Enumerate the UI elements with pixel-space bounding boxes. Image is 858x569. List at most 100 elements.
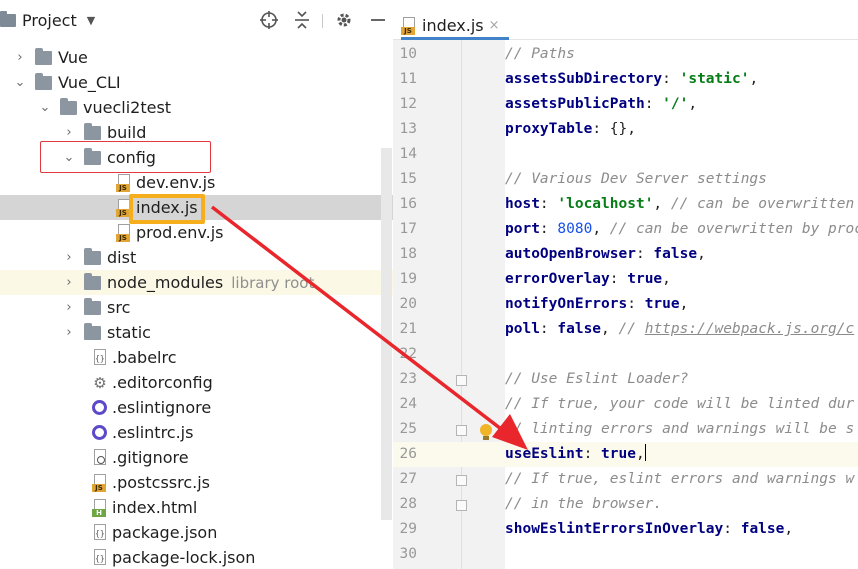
- code-text: // linting errors and warnings will be s: [505, 417, 854, 442]
- code-token: // can be overwritten by proc: [609, 221, 858, 237]
- tree-item-label: src: [107, 298, 131, 317]
- crosshair-icon[interactable]: [259, 10, 279, 30]
- json-file-icon: {}: [92, 348, 108, 367]
- tree-item-eslintignore[interactable]: .eslintignore: [0, 395, 393, 420]
- code-token: ,: [635, 446, 645, 462]
- code-line[interactable]: 13 proxyTable: {},: [393, 117, 858, 142]
- code-line[interactable]: 15 // Various Dev Server settings: [393, 167, 858, 192]
- code-token: poll: [505, 321, 540, 337]
- collapse-all-icon[interactable]: [292, 10, 312, 30]
- fold-marker-icon[interactable]: [456, 500, 467, 511]
- fold-marker-icon[interactable]: [456, 375, 467, 386]
- tree-scrollbar[interactable]: [381, 148, 392, 520]
- chevron-right-icon[interactable]: ›: [62, 325, 76, 340]
- tree-item-dist[interactable]: › dist: [0, 245, 393, 270]
- line-number: 27: [399, 471, 417, 487]
- code-text: // If true, your code will be linted dur: [505, 392, 854, 417]
- code-text: // Various Dev Server settings: [505, 167, 767, 192]
- tree-item-src[interactable]: › src: [0, 295, 393, 320]
- project-view-selector[interactable]: Project ▼: [0, 9, 95, 31]
- code-token: false: [740, 521, 785, 537]
- chevron-right-icon[interactable]: ›: [62, 300, 76, 315]
- tree-item-vue-cli[interactable]: ⌄ Vue_CLI: [0, 70, 393, 95]
- intention-bulb-icon[interactable]: [479, 424, 493, 441]
- tree-item-label: package-lock.json: [112, 548, 256, 567]
- tree-item-babelrc[interactable]: {} .babelrc: [0, 345, 393, 370]
- code-token: :: [662, 71, 680, 87]
- tree-item-index-html[interactable]: H index.html: [0, 495, 393, 520]
- code-token: ,: [592, 221, 610, 237]
- tree-item-static[interactable]: › static: [0, 320, 393, 345]
- code-text: // in the browser.: [505, 492, 662, 517]
- tree-item-eslintrc-js[interactable]: .eslintrc.js: [0, 420, 393, 445]
- tree-item-package-json[interactable]: {} package.json: [0, 520, 393, 545]
- chevron-right-icon[interactable]: ›: [62, 275, 76, 290]
- code-token: 'localhost': [557, 196, 654, 212]
- tree-item-gitignore[interactable]: .gitignore: [0, 445, 393, 470]
- tree-item-node-modules[interactable]: › node_modules library root: [0, 270, 393, 295]
- code-line[interactable]: 19 errorOverlay: true,: [393, 267, 858, 292]
- tree-item-label: Vue_CLI: [58, 73, 121, 92]
- close-icon[interactable]: ×: [489, 18, 500, 33]
- code-line[interactable]: 29 showEslintErrorsInOverlay: false,: [393, 517, 858, 542]
- code-token: ,: [662, 271, 671, 287]
- code-line[interactable]: 18 autoOpenBrowser: false,: [393, 242, 858, 267]
- minimize-icon[interactable]: [368, 10, 388, 30]
- code-line[interactable]: 30: [393, 542, 858, 567]
- line-number: 24: [399, 396, 417, 412]
- code-line[interactable]: 21 poll: false, // https://webpack.js.org…: [393, 317, 858, 342]
- code-token: false: [653, 246, 698, 262]
- chevron-right-icon[interactable]: ›: [62, 125, 76, 140]
- tab-index-js[interactable]: JS index.js ×: [401, 14, 509, 40]
- fold-marker-icon[interactable]: [456, 425, 467, 436]
- tree-item-package-lock-json[interactable]: {} package-lock.json: [0, 545, 393, 569]
- code-line[interactable]: 20 notifyOnErrors: true,: [393, 292, 858, 317]
- chevron-right-icon[interactable]: ›: [13, 50, 27, 65]
- line-number: 20: [399, 296, 417, 312]
- code-token: host: [505, 196, 540, 212]
- line-number: 19: [399, 271, 417, 287]
- folder-icon: [84, 272, 101, 290]
- line-number: 25: [399, 421, 417, 437]
- chevron-right-icon[interactable]: ›: [62, 250, 76, 265]
- code-text: notifyOnErrors: true,: [505, 292, 688, 317]
- code-line[interactable]: 11 assetsSubDirectory: 'static',: [393, 67, 858, 92]
- folder-icon: [60, 97, 77, 115]
- code-line[interactable]: 24 // If true, your code will be linted d…: [393, 392, 858, 417]
- code-token: // linting errors and warnings will be s: [505, 421, 855, 437]
- code-line-current[interactable]: 26 useEslint: true,: [393, 442, 858, 467]
- code-line[interactable]: 16 host: 'localhost', // can be overwritt…: [393, 192, 858, 217]
- chevron-down-icon[interactable]: ▼: [87, 14, 95, 27]
- code-line[interactable]: 10 // Paths: [393, 42, 858, 67]
- tree-item-vue[interactable]: › Vue: [0, 45, 393, 70]
- ignore-file-icon: [92, 448, 108, 467]
- code-token: // Use Eslint Loader?: [505, 371, 689, 387]
- gear-icon[interactable]: [334, 10, 354, 30]
- chevron-down-icon[interactable]: ⌄: [13, 75, 27, 90]
- code-line[interactable]: 17 port: 8080, // can be overwritten by p…: [393, 217, 858, 242]
- folder-icon: [84, 297, 101, 315]
- code-text: errorOverlay: true,: [505, 267, 671, 292]
- line-number: 23: [399, 371, 417, 387]
- tree-item-editorconfig[interactable]: ⚙ .editorconfig: [0, 370, 393, 395]
- folder-icon: [84, 322, 101, 340]
- code-line[interactable]: 12 assetsPublicPath: '/',: [393, 92, 858, 117]
- code-token: ,: [784, 521, 794, 537]
- code-token: autoOpenBrowser: [505, 246, 636, 262]
- code-token: :: [644, 96, 663, 112]
- code-text: assetsSubDirectory: 'static',: [505, 67, 758, 92]
- chevron-down-icon[interactable]: ⌄: [38, 100, 52, 115]
- fold-marker-icon[interactable]: [456, 475, 467, 486]
- code-line[interactable]: 14: [393, 142, 858, 167]
- tree-item-label: vuecli2test: [83, 98, 172, 117]
- code-text: proxyTable: {},: [505, 117, 636, 142]
- tree-item-postcssrc-js[interactable]: JS .postcssrc.js: [0, 470, 393, 495]
- code-token: notifyOnErrors: [505, 296, 628, 312]
- tree-item-vuecli2test[interactable]: ⌄ vuecli2test: [0, 95, 393, 120]
- code-token: :: [627, 296, 645, 312]
- project-header: Project ▼: [0, 0, 393, 40]
- tree-item-dev-env-js[interactable]: JS dev.env.js: [0, 170, 393, 195]
- code-line[interactable]: 22: [393, 342, 858, 367]
- line-number: 29: [399, 521, 417, 537]
- tree-item-label: Vue: [58, 48, 88, 67]
